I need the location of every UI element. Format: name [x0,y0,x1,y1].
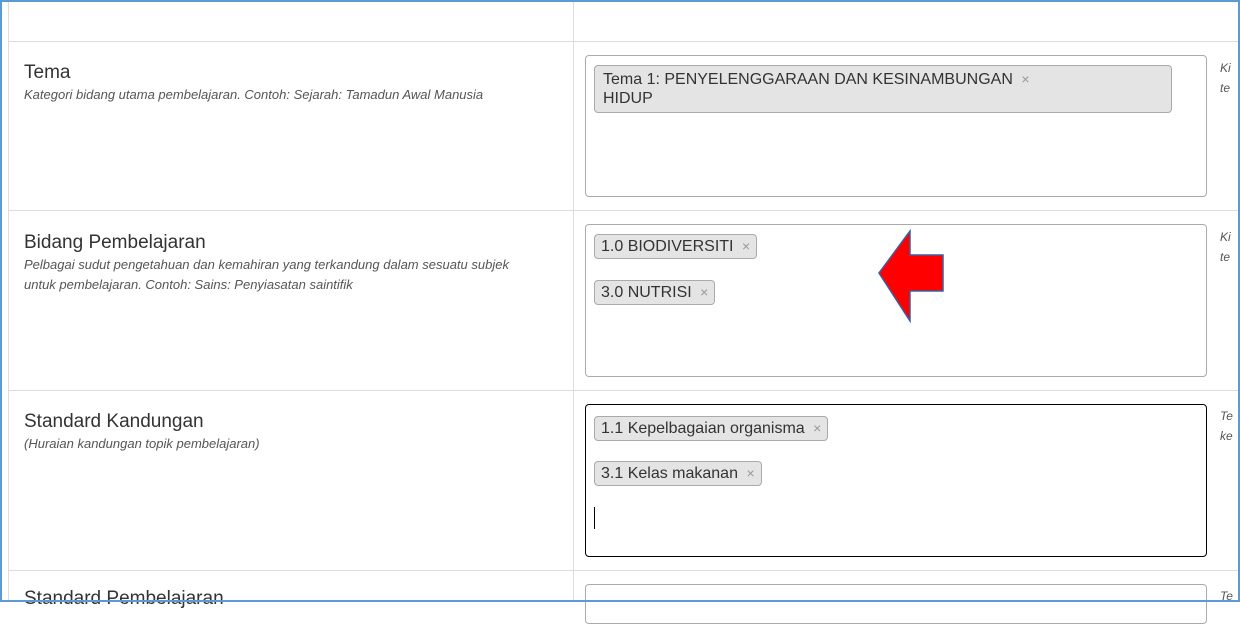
remove-tag-icon[interactable]: × [700,284,708,300]
tag-biodiversiti: 1.0 BIODIVERSITI × [594,234,758,259]
tag-text: Tema 1: PENYELENGGARAAN DAN KESINAMBUNGA… [603,71,1013,88]
tag-nutrisi: 3.0 NUTRISI × [594,280,716,305]
tag-text: 1.0 BIODIVERSITI [601,238,734,255]
side-note-line: Te [1220,589,1233,603]
tag-text: 3.1 Kelas makanan [601,465,738,482]
side-note: Ki te [1220,227,1231,267]
row-divider [8,210,1240,211]
tema-label: Tema [24,62,71,83]
tag-text: 1.1 Kepelbagaian organisma [601,420,805,437]
side-note: Te ke [1220,406,1233,446]
bidang-label: Bidang Pembelajaran [24,232,206,253]
tema-label-block: Tema Kategori bidang utama pembelajaran.… [24,62,544,105]
side-note-line: Ki [1220,230,1231,244]
standard-kandungan-select[interactable]: 1.1 Kepelbagaian organisma × 3.1 Kelas m… [585,404,1207,557]
side-note-line: te [1220,81,1231,95]
standard-kandungan-help: (Huraian kandungan topik pembelajaran) [24,436,260,451]
standard-kandungan-label: Standard Kandungan [24,411,204,432]
side-note-line: Ki [1220,61,1231,75]
red-arrow-left-icon [878,229,944,323]
side-note: Te [1220,586,1233,606]
tag-kelas-makanan: 3.1 Kelas makanan × [594,461,762,486]
tag-tema-1: Tema 1: PENYELENGGARAAN DAN KESINAMBUNGA… [594,65,1172,113]
table-left-border [8,0,9,602]
tema-select[interactable]: Tema 1: PENYELENGGARAAN DAN KESINAMBUNGA… [585,55,1207,197]
row-divider [8,570,1240,571]
tag-text-continued: HIDUP [603,90,653,107]
table-column-divider [573,0,574,602]
text-cursor [594,507,595,529]
side-note-line: Te [1220,409,1233,423]
remove-tag-icon[interactable]: × [1021,71,1029,87]
tag-kepelbagaian-organisma: 1.1 Kepelbagaian organisma × [594,416,829,441]
bidang-label-block: Bidang Pembelajaran Pelbagai sudut penge… [24,232,554,295]
tag-text: 3.0 NUTRISI [601,284,692,301]
side-note-line: te [1220,250,1231,264]
row-divider [8,41,1240,42]
side-note: Ki te [1220,58,1231,98]
standard-pembelajaran-label-block: Standard Pembelajaran [24,588,224,610]
remove-tag-icon[interactable]: × [746,465,754,481]
standard-pembelajaran-select[interactable] [585,584,1207,624]
standard-pembelajaran-label: Standard Pembelajaran [24,588,224,609]
remove-tag-icon[interactable]: × [742,238,750,254]
row-divider [8,390,1240,391]
bidang-help: Pelbagai sudut pengetahuan dan kemahiran… [24,257,509,292]
side-note-line: ke [1220,429,1233,443]
tema-help: Kategori bidang utama pembelajaran. Cont… [24,87,484,102]
remove-tag-icon[interactable]: × [813,420,821,436]
standard-kandungan-label-block: Standard Kandungan (Huraian kandungan to… [24,411,554,454]
